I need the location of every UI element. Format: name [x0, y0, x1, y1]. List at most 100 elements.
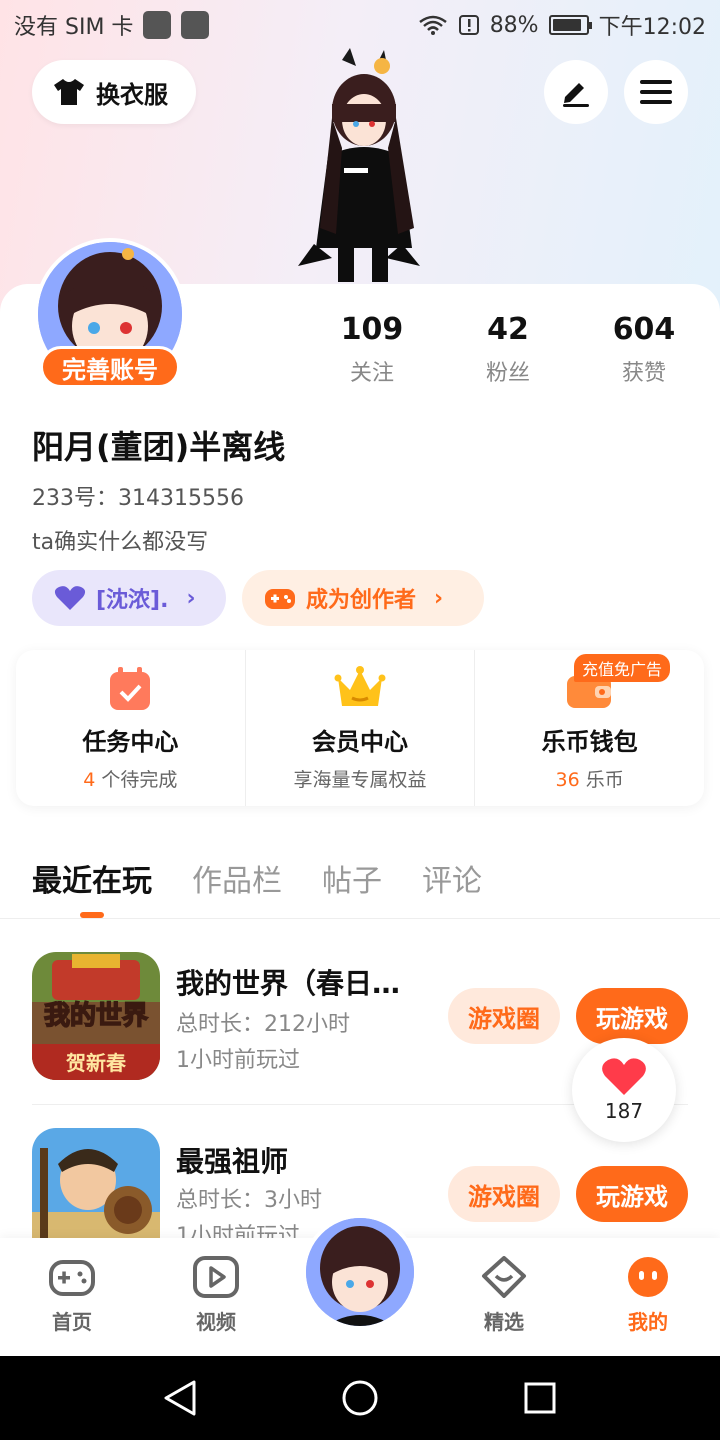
- pencil-icon: [563, 83, 589, 107]
- game-duration: 总时长：3小时: [176, 1188, 322, 1213]
- stat-value: 42: [487, 312, 529, 347]
- stat-following[interactable]: 109 关注: [312, 312, 432, 387]
- calendar-check-icon: [110, 667, 151, 710]
- hero-game-icon: [32, 1128, 160, 1238]
- service-subtitle: 享海量专属权益: [293, 769, 427, 791]
- play-game-button[interactable]: 玩游戏: [576, 988, 688, 1044]
- service-title: 会员中心: [312, 728, 408, 756]
- task-center[interactable]: 任务中心 4 个待完成: [16, 650, 245, 806]
- stat-likes[interactable]: 604 获赞: [584, 312, 704, 387]
- stat-value: 109: [340, 312, 404, 347]
- avatar-figure[interactable]: [284, 48, 434, 284]
- tab-divider: [0, 918, 720, 919]
- stat-value: 604: [612, 312, 676, 347]
- user-bio: ta确实什么都没写: [32, 530, 209, 555]
- game-icon-subtitle: 贺新春: [66, 1051, 127, 1075]
- game-title[interactable]: 最强祖师: [176, 1140, 426, 1180]
- game-icon[interactable]: 我的世界 贺新春: [32, 952, 160, 1080]
- nav-label: 首页: [52, 1310, 92, 1334]
- coin-count: 36: [555, 769, 580, 791]
- service-subtitle: 36 乐币: [556, 765, 624, 792]
- play-game-button[interactable]: 玩游戏: [576, 1166, 688, 1222]
- home-circle-icon[interactable]: [342, 1380, 378, 1416]
- battery-icon: [548, 15, 592, 35]
- coin-wallet[interactable]: 充值免广告 乐币钱包 36 乐币: [474, 650, 704, 806]
- heart-icon: [54, 586, 86, 610]
- game-circle-button[interactable]: 游戏圈: [448, 1166, 560, 1222]
- username: 阳月(董团)半离线: [32, 428, 286, 466]
- back-icon[interactable]: [164, 1380, 196, 1416]
- tshirt-icon: [54, 79, 84, 105]
- nav-home[interactable]: 首页: [32, 1256, 112, 1335]
- carrier-text: 没有 SIM 卡: [14, 15, 134, 40]
- ad-free-badge: 充值免广告: [574, 654, 671, 682]
- tab-works[interactable]: 作品栏: [192, 856, 282, 900]
- services-card: 任务中心 4 个待完成 会员中心 享海量专属权益 充值免广告 乐币钱包 36 乐…: [16, 650, 704, 806]
- like-bubble[interactable]: 187: [572, 1038, 676, 1142]
- nav-center-avatar[interactable]: [302, 1214, 418, 1330]
- status-bar: 没有 SIM 卡 88% 下午12:02: [0, 0, 720, 50]
- stat-label: 获赞: [621, 361, 666, 386]
- guild-label: [沈浓].: [96, 588, 169, 613]
- game-icon[interactable]: [32, 1128, 160, 1238]
- service-title: 任务中心: [82, 728, 179, 756]
- clock: 下午12:02: [598, 15, 706, 40]
- tab-posts[interactable]: 帖子: [322, 856, 382, 900]
- nav-video[interactable]: 视频: [176, 1256, 256, 1335]
- status-right: 88% 下午12:02: [418, 9, 706, 41]
- center-avatar-image: [306, 1218, 414, 1326]
- become-creator-pill[interactable]: 成为创作者 ›: [242, 570, 484, 626]
- notification-icon: [143, 11, 172, 39]
- game-last-played: 1小时前玩过: [176, 1048, 300, 1073]
- nav-mine[interactable]: 我的: [608, 1256, 688, 1335]
- service-subtitle: 4 个待完成: [83, 765, 177, 792]
- like-count: 187: [604, 1099, 644, 1123]
- minecraft-icon: 我的世界 贺新春: [32, 952, 160, 1080]
- hamburger-icon: [640, 80, 672, 104]
- pending-label: 个待完成: [101, 769, 178, 791]
- nav-label: 我的: [628, 1310, 668, 1334]
- gamepad-icon: [49, 1260, 95, 1296]
- guild-pill[interactable]: [沈浓]. ›: [32, 570, 226, 626]
- game-last-played: 1小时前玩过: [176, 1224, 300, 1238]
- game-circle-button[interactable]: 游戏圈: [448, 988, 560, 1044]
- heart-icon: [602, 1058, 646, 1095]
- service-title: 乐币钱包: [541, 728, 638, 756]
- system-nav-icons: [164, 1380, 556, 1416]
- chevron-right-icon: ›: [434, 585, 444, 611]
- change-outfit-label: 换衣服: [96, 80, 168, 109]
- recent-apps-icon[interactable]: [524, 1382, 556, 1414]
- pending-count: 4: [83, 769, 96, 791]
- system-navigation-bar: [0, 1356, 720, 1440]
- gamepad-icon: [265, 589, 295, 609]
- become-creator-label: 成为创作者: [306, 588, 417, 613]
- wifi-icon: [418, 15, 447, 35]
- profile-face-icon: [628, 1257, 668, 1297]
- edit-button[interactable]: [544, 60, 608, 124]
- status-left: 没有 SIM 卡: [14, 9, 210, 41]
- chevron-right-icon: ›: [186, 585, 196, 611]
- stat-label: 粉丝: [485, 361, 530, 386]
- alert-icon: [458, 15, 479, 35]
- crown-icon: [334, 666, 386, 706]
- heart-box-icon: [482, 1256, 526, 1298]
- tab-recently-played[interactable]: 最近在玩: [32, 856, 152, 900]
- user-id: 233号：314315556: [32, 486, 244, 511]
- avatar-image: [306, 1218, 414, 1326]
- menu-button[interactable]: [624, 60, 688, 124]
- complete-account-button[interactable]: 完善账号: [40, 346, 180, 388]
- stat-followers[interactable]: 42 粉丝: [448, 312, 568, 387]
- nav-featured[interactable]: 精选: [464, 1256, 544, 1335]
- nav-label: 视频: [196, 1310, 236, 1334]
- stat-label: 关注: [349, 361, 394, 386]
- nav-label: 精选: [484, 1310, 524, 1334]
- game-icon-title: 我的世界: [44, 1000, 148, 1031]
- member-center[interactable]: 会员中心 享海量专属权益: [244, 650, 475, 806]
- coin-unit: 乐币: [585, 769, 624, 791]
- tab-comments[interactable]: 评论: [422, 856, 482, 900]
- video-icon: [193, 1256, 239, 1298]
- notification-icon: [181, 11, 210, 39]
- change-outfit-button[interactable]: 换衣服: [32, 60, 196, 124]
- game-duration: 总时长：212小时: [176, 1012, 350, 1037]
- game-title[interactable]: 我的世界（春日开...: [176, 962, 426, 1002]
